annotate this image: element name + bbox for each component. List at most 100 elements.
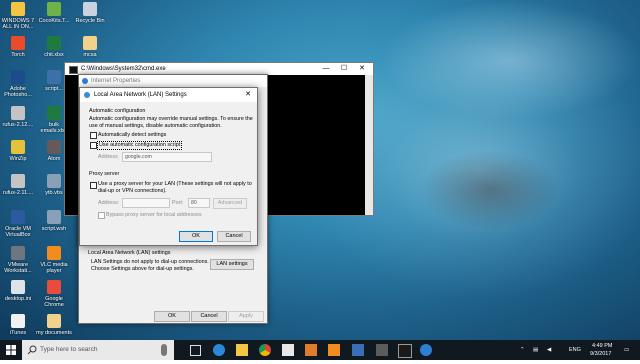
desktop-icon-image (11, 36, 25, 50)
photos-icon[interactable] (352, 344, 364, 356)
desktop-icon[interactable]: VLC media player (36, 246, 72, 274)
desktop-icon-image (11, 246, 25, 260)
volume-icon[interactable]: ◀ (547, 340, 551, 360)
use-proxy-label-2[interactable]: dial-up or VPN connections). (98, 188, 167, 195)
desktop-icon[interactable]: Google Chrome (36, 280, 72, 308)
lan-group-text-1: LAN Settings do not apply to dial-up con… (91, 259, 209, 265)
desktop-icon-image (11, 210, 25, 224)
apply-button[interactable]: Apply (228, 311, 264, 322)
desktop-icon[interactable]: rufus-2.12.... (0, 106, 36, 128)
tray-arrow-icon[interactable]: ⌃ (520, 340, 525, 360)
auto-detect-checkbox[interactable] (90, 132, 97, 139)
desktop-icon[interactable]: chit.xlsx (36, 36, 72, 58)
desktop-icon[interactable]: VMware Workstati... (0, 246, 36, 274)
use-script-checkbox[interactable] (90, 142, 97, 149)
desktop-icon-image (47, 314, 61, 328)
desktop-icon[interactable]: rufus-2.11.... (0, 174, 36, 196)
taskbar: Type here to search ⌃ ▤ ◀ ENG 4:49 PM 9/… (0, 340, 640, 360)
port-field[interactable]: 80 (188, 198, 210, 208)
ok-button[interactable]: OK (179, 231, 213, 242)
desktop-icon[interactable]: Oracle VM VirtualBox (0, 210, 36, 238)
desktop-icon-label: WINDOWS 7 ALL IN ON... (1, 18, 35, 30)
store-icon[interactable] (282, 344, 294, 356)
use-proxy-label-1[interactable]: Use a proxy server for your LAN (These s… (98, 181, 252, 188)
desktop-icon[interactable]: CocoKits.T... (36, 2, 72, 24)
proxy-address-field[interactable] (122, 198, 170, 208)
clock-date[interactable]: 9/3/2017 (590, 344, 611, 364)
desktop-icon-image (11, 2, 25, 16)
cmd-scrollbar[interactable] (365, 75, 373, 215)
desktop-icon-image (47, 106, 61, 120)
desktop-icon[interactable]: iTunes (0, 314, 36, 336)
lan-dialog-title-bar[interactable]: Local Area Network (LAN) Settings ✕ (80, 88, 257, 102)
desktop-icon-label: CocoKits.T... (38, 18, 70, 24)
cmd-taskbar-icon[interactable] (398, 344, 412, 358)
desktop-icon-image (11, 70, 25, 84)
desktop-icon-image (11, 314, 25, 328)
search-placeholder: Type here to search (40, 346, 98, 353)
desktop-icon[interactable]: WINDOWS 7 ALL IN ON... (0, 2, 36, 30)
desktop-icon-image (11, 174, 25, 188)
auto-detect-label[interactable]: Automatically detect settings (98, 132, 166, 139)
desktop-icon[interactable]: Adobe Photosho... (0, 70, 36, 98)
desktop-icon[interactable]: mcsa (72, 36, 108, 58)
ok-button[interactable]: OK (154, 311, 190, 322)
vlc-icon[interactable] (328, 344, 340, 356)
network-icon (84, 92, 90, 98)
desktop-icon-label: Torch (11, 52, 25, 58)
desktop-icon-label: VMware Workstati... (4, 262, 32, 274)
wallpaper-wave (380, 0, 640, 120)
cancel-button[interactable]: Cancel (191, 311, 227, 322)
proxy-address-label: Address: (98, 200, 120, 206)
internet-properties-title-bar[interactable]: Internet Properties (79, 75, 267, 87)
microphone-icon[interactable] (161, 344, 167, 356)
close-button[interactable]: ✕ (353, 63, 371, 75)
notifications-icon[interactable]: ▭ (624, 340, 629, 360)
internet-options-icon (82, 78, 88, 84)
network-icon[interactable]: ▤ (533, 340, 538, 360)
desktop-icon-label: my documents (36, 330, 72, 336)
maximize-button[interactable]: ☐ (335, 63, 353, 75)
desktop-icon-image (47, 36, 61, 50)
app-icon[interactable] (376, 344, 388, 356)
desktop-icon-image (83, 2, 97, 16)
desktop-icon[interactable]: Torch (0, 36, 36, 58)
task-view-icon[interactable] (190, 345, 201, 356)
desktop-icon[interactable]: Recycle Bin (72, 2, 108, 24)
desktop-icon-label: mcsa (83, 52, 97, 58)
cancel-button[interactable]: Cancel (217, 231, 251, 242)
minimize-button[interactable]: — (317, 63, 335, 75)
lan-group-title: Local Area Network (LAN) settings (88, 250, 171, 256)
cmd-icon (69, 66, 78, 74)
internet-properties-title: Internet Properties (91, 78, 141, 84)
use-proxy-checkbox[interactable] (90, 182, 97, 189)
wallpaper-shadow (420, 150, 560, 230)
lan-group-text-2: Choose Settings above for dial-up settin… (91, 266, 194, 272)
desktop-icon[interactable]: desktop.ini (0, 280, 36, 302)
desktop-icon-label: rufus-2.11.... (2, 190, 34, 196)
photoshop-icon[interactable] (305, 344, 317, 356)
start-button[interactable] (0, 340, 22, 360)
edge-icon[interactable] (213, 344, 225, 356)
close-button[interactable]: ✕ (239, 89, 257, 101)
desktop-icon-image (11, 106, 25, 120)
language-indicator[interactable]: ENG (569, 340, 581, 360)
lan-settings-dialog[interactable]: Local Area Network (LAN) Settings ✕ Auto… (79, 87, 258, 246)
search-box[interactable]: Type here to search (22, 340, 174, 360)
lan-settings-button[interactable]: LAN settings (210, 259, 254, 270)
chrome-icon[interactable] (259, 344, 271, 356)
desktop-icon-label: script.wsh (41, 226, 67, 232)
bypass-checkbox[interactable] (98, 212, 105, 219)
advanced-button[interactable]: Advanced (213, 198, 247, 209)
internet-options-taskbar-icon[interactable] (420, 344, 432, 356)
proxy-heading: Proxy server (89, 171, 120, 177)
desktop-icon-image (83, 36, 97, 50)
desktop-icon-image (47, 246, 61, 260)
desktop-icon[interactable]: my documents (36, 314, 72, 336)
file-explorer-icon[interactable] (236, 344, 248, 356)
desktop-icon[interactable]: WinZip (0, 140, 36, 162)
desktop-icon-label: rufus-2.12.... (2, 122, 34, 128)
use-script-label[interactable]: Use automatic configuration script (97, 141, 183, 150)
bypass-label[interactable]: Bypass proxy server for local addresses (106, 212, 202, 219)
script-address-field[interactable]: google.com (122, 152, 212, 162)
